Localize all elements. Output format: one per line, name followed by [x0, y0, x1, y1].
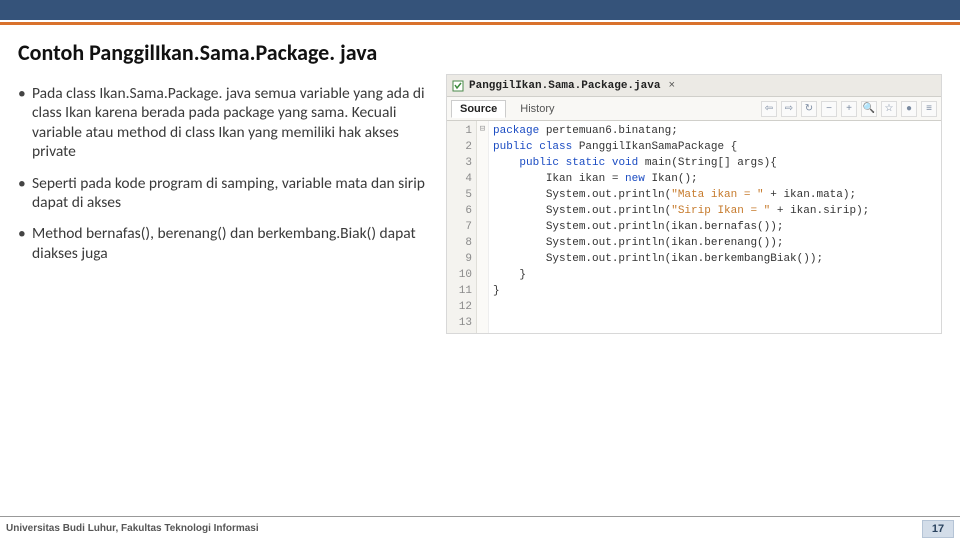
slide-footer: Universitas Budi Luhur, Fakultas Teknolo…	[0, 516, 960, 540]
tab-source[interactable]: Source	[451, 100, 506, 118]
source-code[interactable]: package pertemuan6.binatang;public class…	[489, 121, 941, 333]
editor-tabbar: PanggilIkan.Sama.Package.java ×	[447, 75, 941, 97]
zoom-out-icon[interactable]: −	[821, 101, 837, 117]
bullet-list: • Pada class Ikan.Sama.Package. java sem…	[18, 74, 438, 334]
list-item: • Method bernafas(), berenang() dan berk…	[18, 224, 438, 263]
refresh-icon[interactable]: ↻	[801, 101, 817, 117]
find-icon[interactable]: 🔍	[861, 101, 877, 117]
bullet-dot: •	[18, 224, 32, 263]
header-bar	[0, 0, 960, 20]
bookmark-icon[interactable]: ☆	[881, 101, 897, 117]
list-item: • Seperti pada kode program di samping, …	[18, 174, 438, 213]
editor-tab-filename[interactable]: PanggilIkan.Sama.Package.java	[469, 80, 660, 92]
format-icon[interactable]: ≡	[921, 101, 937, 117]
nav-fwd-icon[interactable]: ⇨	[781, 101, 797, 117]
list-item: • Pada class Ikan.Sama.Package. java sem…	[18, 84, 438, 162]
line-gutter: 1 2 3 4 5 6 7 8 9 10 11 12 13	[447, 121, 477, 333]
footer-text: Universitas Budi Luhur, Fakultas Teknolo…	[6, 523, 259, 534]
zoom-in-icon[interactable]: +	[841, 101, 857, 117]
java-file-icon	[451, 79, 465, 93]
page-number: 17	[922, 520, 954, 538]
slide-title: Contoh PanggilIkan.Sama.Package. java	[0, 25, 960, 74]
fold-gutter: ⊟	[477, 121, 489, 333]
break-icon[interactable]: ●	[901, 101, 917, 117]
code-editor: PanggilIkan.Sama.Package.java × Source H…	[446, 74, 942, 334]
editor-subbar: Source History ⇦ ⇨ ↻ − + 🔍 ☆ ● ≡	[447, 97, 941, 121]
editor-toolbar-icons: ⇦ ⇨ ↻ − + 🔍 ☆ ● ≡	[761, 101, 937, 117]
bullet-text: Seperti pada kode program di samping, va…	[32, 174, 438, 213]
close-tab-icon[interactable]: ×	[664, 80, 679, 92]
bullet-text: Pada class Ikan.Sama.Package. java semua…	[32, 84, 438, 162]
bullet-dot: •	[18, 84, 32, 162]
bullet-text: Method bernafas(), berenang() dan berkem…	[32, 224, 438, 263]
nav-back-icon[interactable]: ⇦	[761, 101, 777, 117]
bullet-dot: •	[18, 174, 32, 213]
tab-history[interactable]: History	[512, 101, 562, 117]
